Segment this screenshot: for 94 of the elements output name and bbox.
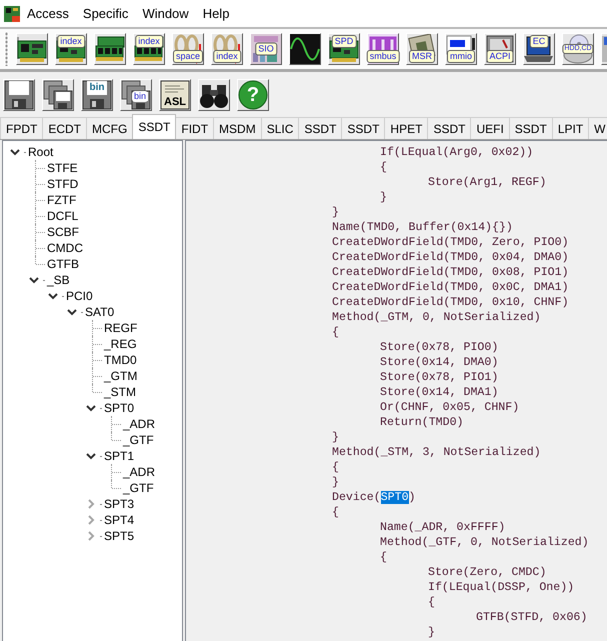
code-line: Device(SPT0): [332, 491, 416, 504]
tree-item[interactable]: DCFL: [47, 208, 78, 224]
code-line: Method(_GTF, 0, NotSerialized): [380, 536, 589, 549]
code-line: CreateDWordField(TMD0, 0x10, CHNF): [332, 296, 569, 309]
toolbar-button[interactable]: smbus: [367, 33, 399, 65]
code-line: CreateDWordField(TMD0, 0x08, PIO1): [332, 266, 569, 279]
code-line: If(LEqual(Arg0, 0x02)): [380, 146, 534, 159]
code-line: }: [332, 431, 339, 444]
tree-item[interactable]: _ADR: [123, 464, 156, 480]
app-icon[interactable]: [4, 6, 20, 22]
code-line: Store(0x14, DMA0): [380, 356, 498, 369]
code-line: Name(_ADR, 0xFFFF): [380, 521, 506, 534]
tab[interactable]: SSDT: [132, 114, 176, 139]
tree-item[interactable]: Root: [28, 144, 54, 160]
toolbar-button[interactable]: index: [133, 33, 165, 65]
code-line: If(LEqual(DSSP, One)): [428, 581, 574, 594]
code-line: GTFB(STFD, 0x06): [476, 611, 588, 624]
tree-item[interactable]: _REG: [104, 336, 137, 352]
code-line: Store(Zero, CMDC): [428, 566, 546, 579]
code-line: CreateDWordField(TMD0, Zero, PIO0): [332, 236, 569, 249]
toolbar-button[interactable]: bin: [120, 79, 152, 111]
tree-item[interactable]: SPT0: [104, 400, 134, 416]
chevron-down-icon[interactable]: [86, 452, 96, 460]
toolbar-button[interactable]: ASL: [159, 79, 191, 111]
grip-icon[interactable]: [5, 32, 8, 66]
toolbar-button[interactable]: bin: [81, 79, 113, 111]
circuit-board-icon: [17, 34, 47, 64]
toolbar-button[interactable]: MSR: [406, 33, 438, 65]
code-line: CreateDWordField(TMD0, 0x04, DMA0): [332, 251, 569, 264]
tree-item[interactable]: _GTF: [123, 432, 154, 448]
waveform-icon: [290, 34, 320, 64]
toolbar-button[interactable]: mmio: [445, 33, 477, 65]
tree-item[interactable]: TMD0: [104, 352, 137, 368]
toolbar-button[interactable]: SIO: [250, 33, 282, 65]
toolbar-button[interactable]: ?: [237, 79, 269, 111]
tree-item[interactable]: SPT1: [104, 448, 134, 464]
tree-item[interactable]: CMDC: [47, 240, 83, 256]
tree-item[interactable]: SPT4: [104, 512, 134, 528]
floppy-disks-icon: [43, 80, 73, 110]
toolbar-button[interactable]: EC: [523, 33, 555, 65]
code-line: }: [380, 191, 387, 204]
toolbar-button[interactable]: SPD: [328, 33, 360, 65]
menu-item[interactable]: Specific: [76, 4, 136, 22]
code-line: Method(_STM, 3, NotSerialized): [332, 446, 541, 459]
code-line: Or(CHNF, 0x05, CHNF): [380, 401, 520, 414]
tree-item[interactable]: STFE: [47, 160, 78, 176]
code-line: Store(0x14, DMA1): [380, 386, 498, 399]
chevron-down-icon[interactable]: [10, 148, 20, 156]
tree-item[interactable]: _SB: [47, 272, 70, 288]
code-line: Store(Arg1, REGF): [428, 176, 546, 189]
document-icon: [160, 80, 190, 110]
tree-item[interactable]: _ADR: [123, 416, 156, 432]
tree-item[interactable]: GTFB: [47, 256, 79, 272]
code-line: {: [332, 326, 339, 339]
tree-item[interactable]: SPT3: [104, 496, 134, 512]
code-line: Name(TMD0, Buffer(0x14){}): [332, 221, 513, 234]
tree-item[interactable]: FZTF: [47, 192, 76, 208]
code-line: }: [332, 206, 339, 219]
tree-item[interactable]: SPT5: [104, 528, 134, 544]
code-line: Store(0x78, PIO0): [380, 341, 498, 354]
help-icon: [238, 80, 268, 110]
toolbar-button[interactable]: ACPI: [484, 33, 516, 65]
code-line: CreateDWordField(TMD0, 0x0C, DMA1): [332, 281, 569, 294]
code-line: {: [380, 161, 387, 174]
tree-item[interactable]: REGF: [104, 320, 138, 336]
code-line: Store(0x78, PIO1): [380, 371, 498, 384]
tree-item[interactable]: SCBF: [47, 224, 80, 240]
toolbar-button[interactable]: space: [172, 33, 204, 65]
code-line: {: [332, 506, 339, 519]
code-line: }: [332, 476, 339, 489]
chevron-down-icon[interactable]: [67, 308, 77, 316]
code-line: {: [380, 551, 387, 564]
chevron-down-icon[interactable]: [29, 276, 39, 284]
code-line: Method(_GTM, 0, NotSerialized): [332, 311, 541, 324]
menu-item[interactable]: Help: [196, 4, 236, 22]
tree-item[interactable]: PCI0: [66, 288, 93, 304]
tree-item[interactable]: _STM: [104, 384, 136, 400]
code-line: Return(TMD0): [380, 416, 464, 429]
toolbar-button[interactable]: index: [211, 33, 243, 65]
menu-item[interactable]: Access: [20, 4, 76, 22]
code-line: {: [332, 461, 339, 474]
tree-item[interactable]: STFD: [47, 176, 78, 192]
toolbar-button[interactable]: [3, 79, 35, 111]
tree-item[interactable]: SAT0: [85, 304, 114, 320]
chevron-down-icon[interactable]: [86, 404, 96, 412]
toolbar-button[interactable]: index: [55, 33, 87, 65]
tree-item[interactable]: _GTF: [123, 480, 154, 496]
code-line: }: [428, 626, 435, 639]
menu-item[interactable]: Window: [135, 4, 196, 22]
memory-module-icon: [95, 34, 125, 64]
tree-item[interactable]: _GTM: [104, 368, 138, 384]
code-line: {: [428, 596, 435, 609]
tab[interactable]: FPDT: [0, 117, 44, 139]
chevron-down-icon[interactable]: [48, 292, 58, 300]
